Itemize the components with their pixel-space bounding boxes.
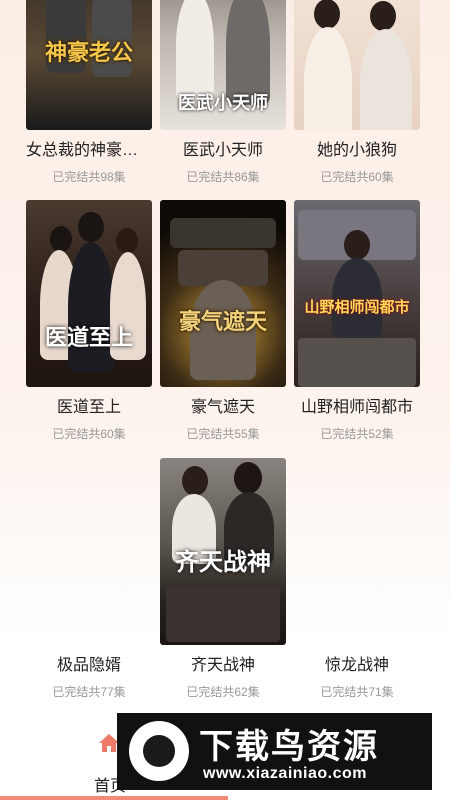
figure-shape (370, 1, 396, 31)
poster-title: 神豪老公 (44, 40, 133, 66)
drama-card[interactable]: 医武小天师 医武小天师 已完结共86集 (160, 0, 286, 185)
nav-active-indicator (0, 796, 228, 800)
figure-shape (116, 228, 138, 254)
drama-card[interactable]: 豪气遮天 豪气遮天 已完结共55集 (160, 200, 286, 442)
figure-shape (344, 230, 370, 260)
figure-shape (170, 218, 276, 248)
drama-poster-placeholder[interactable] (26, 458, 152, 645)
drama-title: 女总裁的神豪老… (26, 142, 152, 159)
figure-shape (50, 226, 72, 252)
drama-title: 医武小天师 (182, 142, 263, 159)
drama-card[interactable]: 齐天战神 齐天战神 已完结共62集 (160, 458, 286, 700)
poster-title: 齐天战神 (175, 547, 271, 576)
drama-episodes: 已完结共86集 (186, 170, 260, 184)
poster-title: 山野相师闯都市 (304, 298, 410, 316)
drama-episodes: 已完结共77集 (52, 685, 126, 699)
figure-shape (234, 462, 262, 494)
drama-title: 她的小狼狗 (316, 142, 397, 159)
watermark-url: www.xiazainiao.com (203, 765, 368, 782)
drama-poster[interactable]: 齐天战神 (160, 458, 286, 645)
drama-title: 医道至上 (56, 399, 121, 416)
drama-card[interactable]: 神豪老公 女总裁的神豪老… 已完结共98集 (26, 0, 152, 185)
bird-logo-icon (129, 721, 189, 781)
figure-shape (68, 242, 114, 372)
figure-shape (360, 29, 412, 130)
drama-card[interactable]: 她的小狼狗 已完结共60集 (294, 0, 420, 185)
figure-shape (304, 27, 352, 130)
drama-title: 惊龙战神 (324, 657, 389, 674)
drama-episodes: 已完结共62集 (186, 685, 260, 699)
drama-poster[interactable]: 医武小天师 (160, 0, 286, 130)
drama-episodes: 已完结共60集 (52, 427, 126, 441)
drama-title: 齐天战神 (190, 657, 255, 674)
watermark-banner: 下载鸟资源 www.xiazainiao.com (117, 713, 432, 790)
drama-title: 豪气遮天 (190, 399, 255, 416)
drama-card[interactable]: 极品隐婿 已完结共77集 (26, 458, 152, 700)
drama-episodes: 已完结共98集 (52, 170, 126, 184)
drama-poster-placeholder[interactable] (294, 458, 420, 645)
figure-shape (166, 586, 280, 642)
drama-card[interactable]: 惊龙战神 已完结共71集 (294, 458, 420, 700)
figure-shape (182, 466, 208, 496)
drama-poster[interactable] (294, 0, 420, 130)
figure-shape (314, 0, 340, 29)
figure-shape (298, 338, 416, 387)
drama-card[interactable]: 医道至上 医道至上 已完结共60集 (26, 200, 152, 442)
drama-poster[interactable]: 医道至上 (26, 200, 152, 387)
watermark-title: 下载鸟资源 (199, 728, 379, 766)
drama-episodes: 已完结共55集 (186, 427, 260, 441)
drama-episodes: 已完结共71集 (320, 685, 394, 699)
drama-title: 山野相师闯都市 (300, 399, 413, 416)
drama-episodes: 已完结共60集 (320, 170, 394, 184)
figure-shape (78, 212, 104, 242)
drama-poster[interactable]: 神豪老公 (26, 0, 152, 130)
poster-title: 医道至上 (44, 325, 133, 351)
figure-shape (176, 0, 214, 101)
poster-title: 豪气遮天 (178, 309, 267, 335)
drama-title: 极品隐婿 (56, 657, 121, 674)
poster-title: 医武小天师 (178, 93, 268, 114)
drama-poster[interactable]: 豪气遮天 (160, 200, 286, 387)
bird-logo-inner (143, 735, 175, 767)
drama-poster[interactable]: 山野相师闯都市 (294, 200, 420, 387)
drama-card[interactable]: 山野相师闯都市 山野相师闯都市 已完结共52集 (294, 200, 420, 442)
drama-episodes: 已完结共52集 (320, 427, 394, 441)
